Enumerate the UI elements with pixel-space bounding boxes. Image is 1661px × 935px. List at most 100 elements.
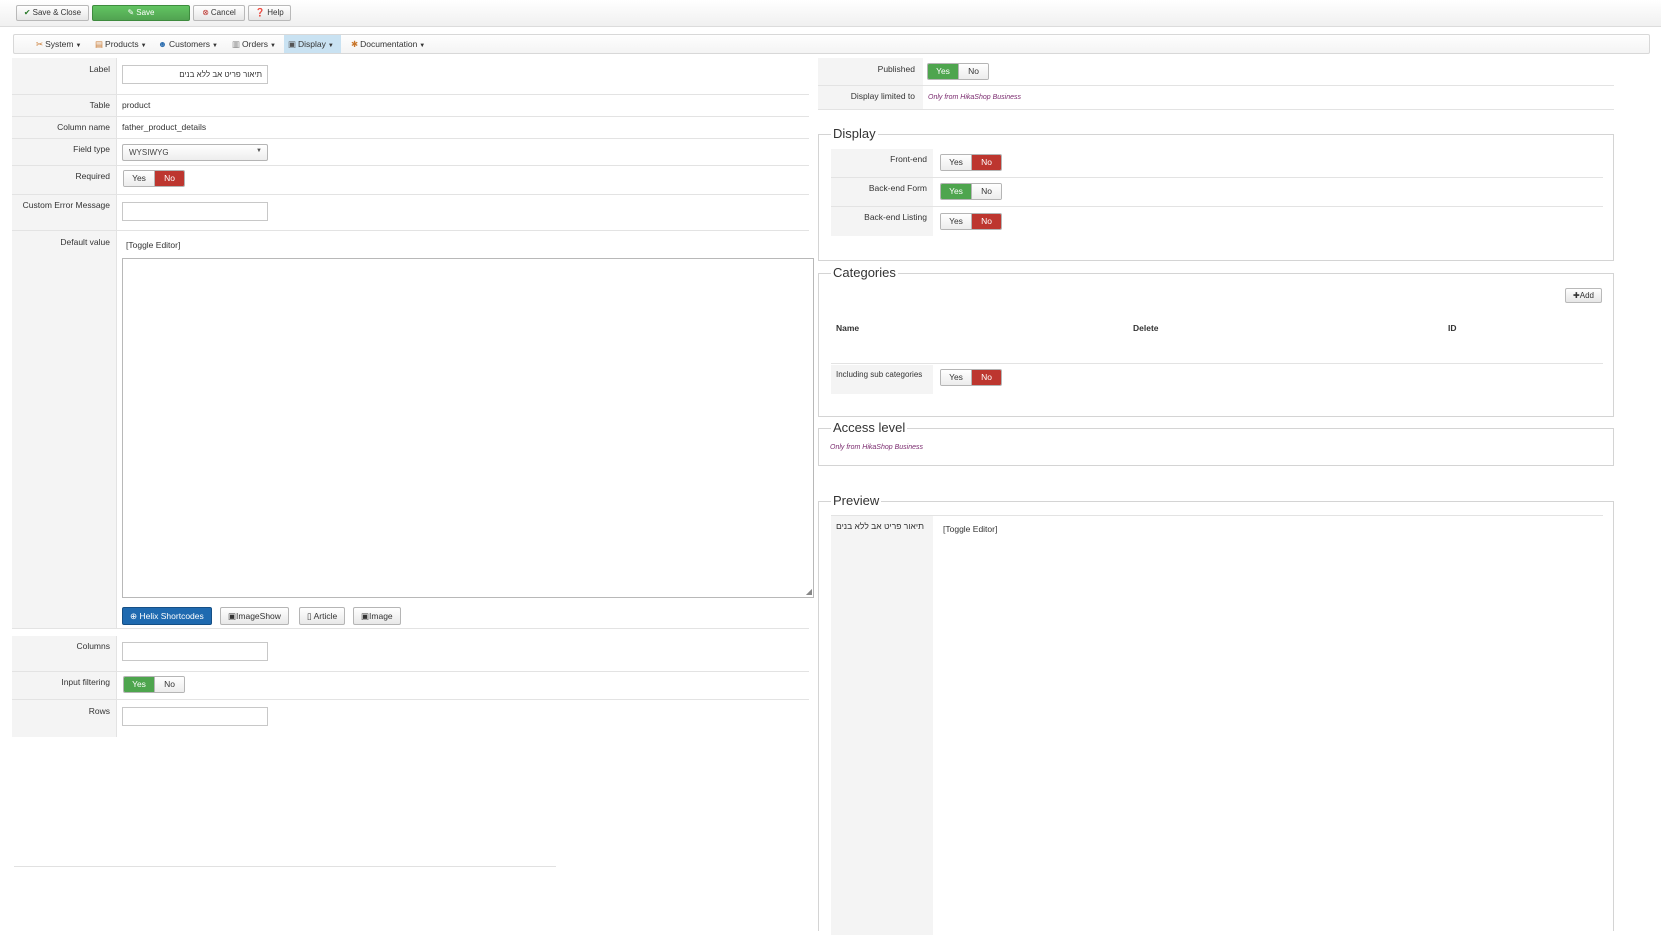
- published-toggle[interactable]: Yes No: [927, 63, 989, 80]
- check-icon: ✔: [23, 8, 31, 17]
- including-sub-row: Including sub categories Yes No: [831, 365, 1603, 394]
- backend-form-toggle[interactable]: Yes No: [940, 183, 1002, 200]
- required-yes[interactable]: Yes: [124, 171, 154, 186]
- column-name-row: Column name father_product_details: [12, 117, 809, 139]
- required-toggle[interactable]: Yes No: [123, 170, 185, 187]
- menu-display[interactable]: ▣ Display ▼: [284, 35, 341, 53]
- custom-error-input[interactable]: [122, 202, 268, 221]
- input-filtering-toggle[interactable]: Yes No: [123, 676, 185, 693]
- backend-listing-toggle[interactable]: Yes No: [940, 213, 1002, 230]
- default-value-label: Default value: [12, 231, 117, 628]
- backend-form-label: Back-end Form: [831, 178, 933, 206]
- preview-label: תיאור פריט אב ללא בנים: [831, 516, 933, 935]
- required-no[interactable]: No: [154, 171, 184, 186]
- plus-circle-icon: ⊕: [130, 611, 138, 621]
- display-limited-label: Display limited to: [818, 86, 923, 109]
- orders-icon: ▥: [232, 39, 241, 49]
- including-sub-yes[interactable]: Yes: [941, 370, 971, 385]
- label-input[interactable]: תיאור פריט אב ללא בנים: [122, 65, 268, 84]
- backend-listing-yes[interactable]: Yes: [941, 214, 971, 229]
- toggle-editor-link[interactable]: [Toggle Editor]: [126, 240, 180, 250]
- frontend-toggle[interactable]: Yes No: [940, 154, 1002, 171]
- categories-fieldset: Categories ✚Add Name Delete ID Including…: [818, 265, 1614, 417]
- caret-down-icon: ▼: [212, 43, 218, 49]
- column-name-value: father_product_details: [122, 122, 207, 132]
- image-button[interactable]: ▣Image: [353, 607, 401, 625]
- main-menu: ✂ System ▼ ▤ Products ▼ ☻ Customers ▼ ▥ Orders ▼…: [13, 34, 1650, 54]
- save-close-button[interactable]: ✔ Save & Close: [16, 5, 89, 21]
- columns-row: Columns: [12, 636, 809, 672]
- required-row: Required Yes No: [12, 166, 809, 195]
- required-label: Required: [12, 166, 117, 194]
- custom-error-label: Custom Error Message: [12, 195, 117, 230]
- including-sub-no[interactable]: No: [971, 370, 1001, 385]
- menu-products[interactable]: ▤ Products ▼: [91, 35, 151, 53]
- backend-form-no[interactable]: No: [971, 184, 1001, 199]
- help-button[interactable]: ❓ Help: [248, 5, 291, 21]
- article-icon: ▯: [307, 611, 312, 621]
- imageshow-button[interactable]: ▣ImageShow: [220, 607, 289, 625]
- resize-grip-icon[interactable]: ◢: [806, 587, 812, 596]
- rows-label: Rows: [12, 700, 117, 737]
- menu-system[interactable]: ✂ System ▼: [32, 35, 85, 53]
- save-button[interactable]: ✎ Save: [92, 5, 190, 21]
- published-no[interactable]: No: [958, 64, 988, 79]
- custom-error-row: Custom Error Message: [12, 195, 809, 231]
- field-type-label: Field type: [12, 139, 117, 165]
- add-category-button[interactable]: ✚Add: [1565, 288, 1602, 303]
- caret-down-icon: ▼: [270, 43, 276, 49]
- preview-toggle-editor[interactable]: [Toggle Editor]: [943, 524, 997, 534]
- plus-icon: ✚: [1573, 291, 1580, 300]
- menu-orders[interactable]: ▥ Orders ▼: [228, 35, 280, 53]
- top-toolbar: ✔ Save & Close ✎ Save ⊗ Cancel ❓ Help: [0, 0, 1661, 27]
- backend-listing-no[interactable]: No: [971, 214, 1001, 229]
- image-icon: ▣: [361, 611, 370, 621]
- input-filtering-yes[interactable]: Yes: [124, 677, 154, 692]
- access-level-note: Only from HikaShop Business: [830, 444, 923, 451]
- customers-icon: ☻: [158, 39, 167, 49]
- backend-form-yes[interactable]: Yes: [941, 184, 971, 199]
- col-id-header: ID: [1448, 323, 1457, 333]
- published-row: Published Yes No: [818, 58, 1614, 86]
- display-icon: ▣: [288, 39, 297, 49]
- tools-icon: ✂: [36, 39, 44, 49]
- including-sub-toggle[interactable]: Yes No: [940, 369, 1002, 386]
- default-value-editor[interactable]: ◢: [122, 258, 814, 598]
- published-yes[interactable]: Yes: [928, 64, 958, 79]
- published-label: Published: [818, 58, 923, 85]
- help-icon: ❓: [255, 8, 266, 17]
- rows-row: Rows: [12, 700, 809, 737]
- caret-down-icon: ▼: [140, 43, 147, 49]
- columns-label: Columns: [12, 636, 117, 671]
- label-label: Label: [12, 58, 117, 94]
- frontend-yes[interactable]: Yes: [941, 155, 971, 170]
- frontend-row: Front-end Yes No: [831, 149, 1603, 178]
- preview-row: תיאור פריט אב ללא בנים [Toggle Editor]: [831, 515, 1603, 935]
- cancel-icon: ⊗: [202, 8, 209, 17]
- menu-documentation[interactable]: ✱ Documentation ▼: [347, 35, 429, 53]
- input-filtering-label: Input filtering: [12, 672, 117, 699]
- including-sub-label: Including sub categories: [831, 365, 933, 394]
- article-button[interactable]: ▯ Article: [299, 607, 346, 625]
- caret-down-icon: ▼: [75, 43, 82, 49]
- table-value: product: [122, 100, 151, 110]
- rows-input[interactable]: [122, 707, 268, 726]
- backend-listing-row: Back-end Listing Yes No: [831, 207, 1603, 236]
- cancel-button[interactable]: ⊗ Cancel: [193, 5, 245, 21]
- col-name-header: Name: [836, 323, 860, 333]
- products-icon: ▤: [95, 39, 104, 49]
- documentation-icon: ✱: [351, 39, 359, 49]
- columns-input[interactable]: [122, 642, 268, 661]
- field-type-select[interactable]: WYSIWYG ▼: [122, 144, 268, 161]
- input-filtering-no[interactable]: No: [154, 677, 184, 692]
- access-level-fieldset: Access level Only from HikaShop Business: [818, 420, 1614, 466]
- menu-customers[interactable]: ☻ Customers ▼: [154, 35, 222, 53]
- display-limited-note: Only from HikaShop Business: [928, 94, 1021, 101]
- access-level-legend: Access level: [831, 420, 908, 435]
- label-row: Label תיאור פריט אב ללא בנים: [12, 58, 809, 95]
- default-value-row: Default value [Toggle Editor] ◢ ⊕ Helix …: [12, 231, 814, 629]
- frontend-no[interactable]: No: [971, 155, 1001, 170]
- field-type-row: Field type WYSIWYG ▼: [12, 139, 809, 166]
- table-divider: [831, 363, 1603, 364]
- helix-shortcodes-button[interactable]: ⊕ Helix Shortcodes: [122, 607, 212, 625]
